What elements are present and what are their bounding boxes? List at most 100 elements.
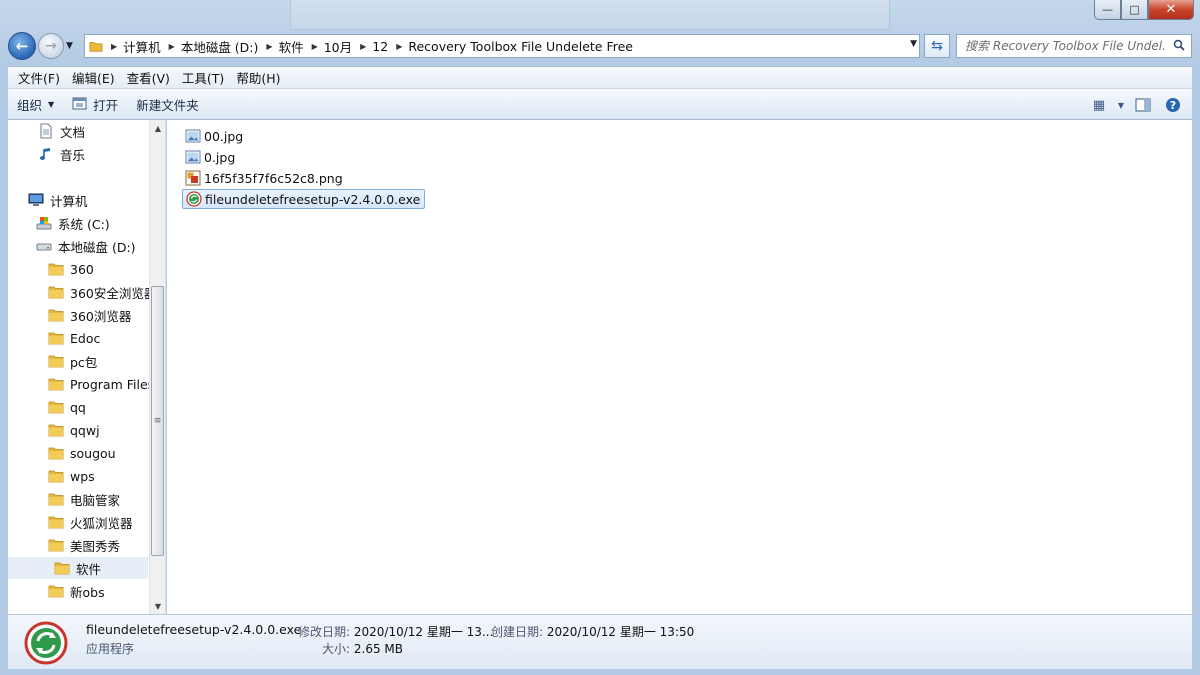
nav-item[interactable]: 软件 (8, 557, 148, 579)
view-options-dropdown[interactable]: ▼ (1114, 92, 1128, 118)
chevron-down-icon: ▼ (1117, 100, 1125, 110)
nav-item[interactable]: 360安全浏览器 (48, 281, 156, 303)
nav-item[interactable]: qq (48, 396, 86, 418)
change-view-button[interactable]: ▦ (1084, 92, 1114, 118)
detail-modified: 修改日期: 2020/10/12 星期一 13... (298, 623, 493, 640)
nav-item-label: wps (70, 468, 95, 484)
nav-item[interactable]: 新obs (48, 580, 105, 602)
nav-item-label: 360 (70, 261, 94, 277)
nav-item[interactable]: 文档 (38, 120, 85, 142)
chevron-right-icon[interactable]: ▶ (360, 42, 366, 51)
recent-pages-dropdown[interactable]: ▼ (66, 41, 78, 51)
menu-item[interactable]: 文件(F) (12, 68, 66, 87)
back-button[interactable]: ← (8, 32, 36, 60)
help-button[interactable]: ? (1158, 92, 1188, 118)
folder-icon (54, 560, 70, 576)
chevron-right-icon[interactable]: ▶ (396, 42, 402, 51)
file-item[interactable]: fileundeletefreesetup-v2.4.0.0.exe (182, 189, 426, 209)
breadcrumb-item[interactable]: ▶ 计算机 (103, 37, 161, 56)
refresh-button[interactable]: ⇆ (924, 34, 950, 58)
scroll-thumb[interactable]: ≡ (151, 286, 164, 556)
file-item[interactable]: 16f5f35f7f6c52c8.png (182, 168, 347, 188)
nav-item[interactable]: 360 (48, 258, 94, 280)
breadcrumb-item[interactable]: ▶ 12 (352, 39, 388, 54)
chevron-right-icon[interactable]: ▶ (111, 42, 117, 51)
breadcrumb-item[interactable]: ▶ 10月 (304, 37, 353, 56)
breadcrumb-item[interactable]: ▶ Recovery Toolbox File Undelete Free (388, 39, 633, 54)
nav-item[interactable]: sougou (48, 442, 116, 464)
background-window (290, 0, 890, 30)
view-tools: ▦ ▼ ? (1084, 92, 1188, 118)
nav-item[interactable]: 计算机 (28, 189, 88, 211)
nav-item[interactable]: 美图秀秀 (48, 534, 120, 556)
chevron-right-icon[interactable]: ▶ (266, 42, 272, 51)
window-caption-buttons: — □ ✕ (1094, 0, 1194, 20)
chevron-right-icon[interactable]: ▶ (169, 42, 175, 51)
nav-item[interactable]: wps (48, 465, 95, 487)
search-icon[interactable] (1173, 39, 1185, 51)
image-file-icon (185, 128, 201, 144)
address-bar[interactable]: ▶ 计算机 ▶ 本地磁盘 (D:) ▶ 软件 ▶ 10月 ▶ 12 ▶ Recovery Toolbo… (84, 34, 920, 58)
address-history-dropdown[interactable]: ▼ (910, 39, 917, 49)
details-pane: fileundeletefreesetup-v2.4.0.0.exe 应用程序 … (8, 614, 1192, 669)
nav-item[interactable]: 本地磁盘 (D:) (36, 235, 136, 257)
chevron-right-icon[interactable]: ▶ (312, 42, 318, 51)
file-item[interactable]: 0.jpg (182, 147, 239, 167)
size-label: 大小: (322, 642, 351, 656)
close-button[interactable]: ✕ (1148, 0, 1194, 20)
back-arrow-icon: ← (15, 37, 29, 55)
breadcrumb-label: 软件 (278, 39, 304, 55)
nav-scrollbar[interactable]: ▲ ≡ ▼ (149, 120, 165, 614)
nav-item-label: 360浏览器 (70, 308, 132, 324)
forward-button[interactable]: → (38, 33, 64, 59)
nav-item[interactable]: 火狐浏览器 (48, 511, 133, 533)
nav-item[interactable]: 音乐 (38, 143, 85, 165)
nav-item[interactable]: 360浏览器 (48, 304, 131, 326)
nav-item[interactable]: Program Files (48, 373, 154, 395)
file-item[interactable]: 00.jpg (182, 126, 247, 146)
breadcrumb-label: 10月 (323, 39, 353, 55)
scroll-down-arrow-icon[interactable]: ▼ (150, 598, 165, 614)
minimize-button[interactable]: — (1094, 0, 1121, 20)
nav-item-label: 文档 (60, 124, 86, 140)
forward-arrow-icon: → (45, 38, 57, 54)
organize-button[interactable]: 组织 ▼ (8, 91, 63, 117)
created-label: 创建日期: (491, 625, 544, 639)
menu-item[interactable]: 编辑(E) (66, 68, 121, 87)
nav-item-label: 系统 (C:) (58, 216, 110, 232)
nav-item[interactable]: pc包 (48, 350, 97, 372)
menu-item[interactable]: 帮助(H) (230, 68, 286, 87)
folder-icon (48, 353, 64, 369)
nav-item-label: 计算机 (50, 193, 88, 209)
close-icon: ✕ (1165, 2, 1177, 17)
nav-item[interactable]: Edoc (48, 327, 100, 349)
folder-icon (48, 399, 64, 415)
menu-item[interactable]: 工具(T) (176, 68, 230, 87)
maximize-button[interactable]: □ (1121, 0, 1148, 20)
breadcrumb-item[interactable]: ▶ 本地磁盘 (D:) (161, 37, 259, 56)
modified-label: 修改日期: (298, 625, 351, 639)
address-row: ← → ▼ ▶ 计算机 ▶ 本地磁盘 (D:) ▶ 软件 ▶ 10月 ▶ 12 ▶ Recovery … (8, 30, 1192, 62)
new-folder-button[interactable]: 新建文件夹 (127, 91, 208, 117)
breadcrumb-label: 计算机 (123, 39, 161, 55)
detail-file-type: 应用程序 (86, 642, 135, 656)
search-box[interactable] (956, 34, 1192, 58)
detail-file-name: fileundeletefreesetup-v2.4.0.0.exe (86, 622, 302, 637)
nav-item-label: 电脑管家 (70, 492, 121, 508)
folder-icon (89, 42, 103, 52)
scroll-up-arrow-icon[interactable]: ▲ (150, 120, 165, 136)
nav-item[interactable]: 电脑管家 (48, 488, 120, 510)
nav-item-label: 美图秀秀 (70, 538, 121, 554)
search-input[interactable] (965, 39, 1165, 53)
nav-item[interactable]: 系统 (C:) (36, 212, 110, 234)
nav-item[interactable]: qqwj (48, 419, 100, 441)
menu-item[interactable]: 查看(V) (121, 68, 176, 87)
breadcrumb-item[interactable]: ▶ 软件 (258, 37, 303, 56)
breadcrumb: ▶ 计算机 ▶ 本地磁盘 (D:) ▶ 软件 ▶ 10月 ▶ 12 ▶ Recovery Toolbo… (103, 37, 633, 56)
breadcrumb-label: 本地磁盘 (D:) (180, 39, 259, 55)
open-button[interactable]: 打开 (63, 91, 127, 117)
folder-icon (48, 284, 64, 300)
chevron-down-icon: ▼ (48, 99, 55, 109)
nav-item-label: 新obs (70, 584, 105, 600)
preview-pane-button[interactable] (1128, 92, 1158, 118)
